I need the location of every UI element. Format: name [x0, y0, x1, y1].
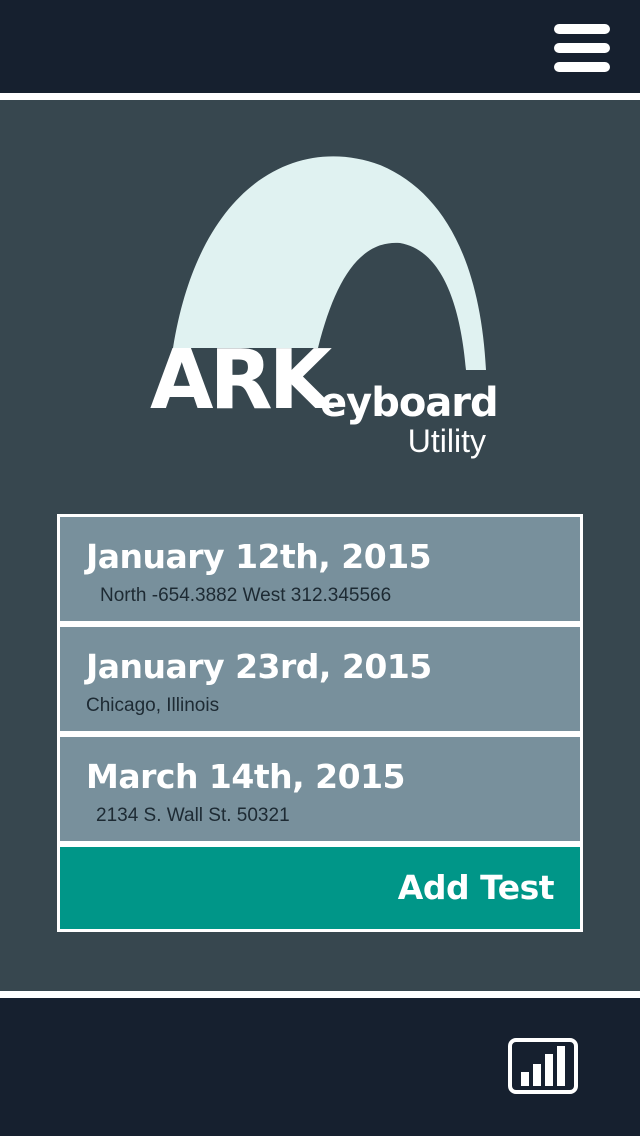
test-date: January 12th, 2015 [86, 537, 432, 576]
logo-ark-text: ARK [150, 333, 332, 428]
hamburger-menu-icon[interactable] [554, 24, 610, 72]
test-date: January 23rd, 2015 [86, 647, 432, 686]
bottom-divider [0, 991, 640, 998]
test-list-item[interactable]: March 14th, 2015 2134 S. Wall St. 50321 [60, 737, 580, 841]
bottom-bar [0, 998, 640, 1136]
top-divider [0, 93, 640, 100]
menu-line [554, 62, 610, 72]
test-date: March 14th, 2015 [86, 757, 406, 796]
test-location: Chicago, Illinois [86, 695, 220, 716]
test-location: North -654.3882 West 312.345566 [100, 585, 392, 606]
test-list-item[interactable]: January 23rd, 2015 Chicago, Illinois [60, 627, 580, 731]
main-content: ARK eyboard Utility January 12th, 2015 N… [0, 100, 640, 991]
test-list-item[interactable]: January 12th, 2015 North -654.3882 West … [60, 517, 580, 621]
add-test-button[interactable]: Add Test [60, 847, 580, 929]
bar-chart-icon[interactable] [508, 1038, 578, 1094]
menu-line [554, 43, 610, 53]
logo-eyboard-text: eyboard [320, 380, 499, 426]
add-test-label: Add Test [397, 868, 555, 907]
test-list: January 12th, 2015 North -654.3882 West … [57, 514, 583, 932]
logo-utility-text: Utility [407, 423, 486, 459]
app-logo: ARK eyboard Utility [0, 100, 640, 480]
top-bar [0, 0, 640, 92]
test-location: 2134 S. Wall St. 50321 [96, 805, 290, 826]
menu-line [554, 24, 610, 34]
